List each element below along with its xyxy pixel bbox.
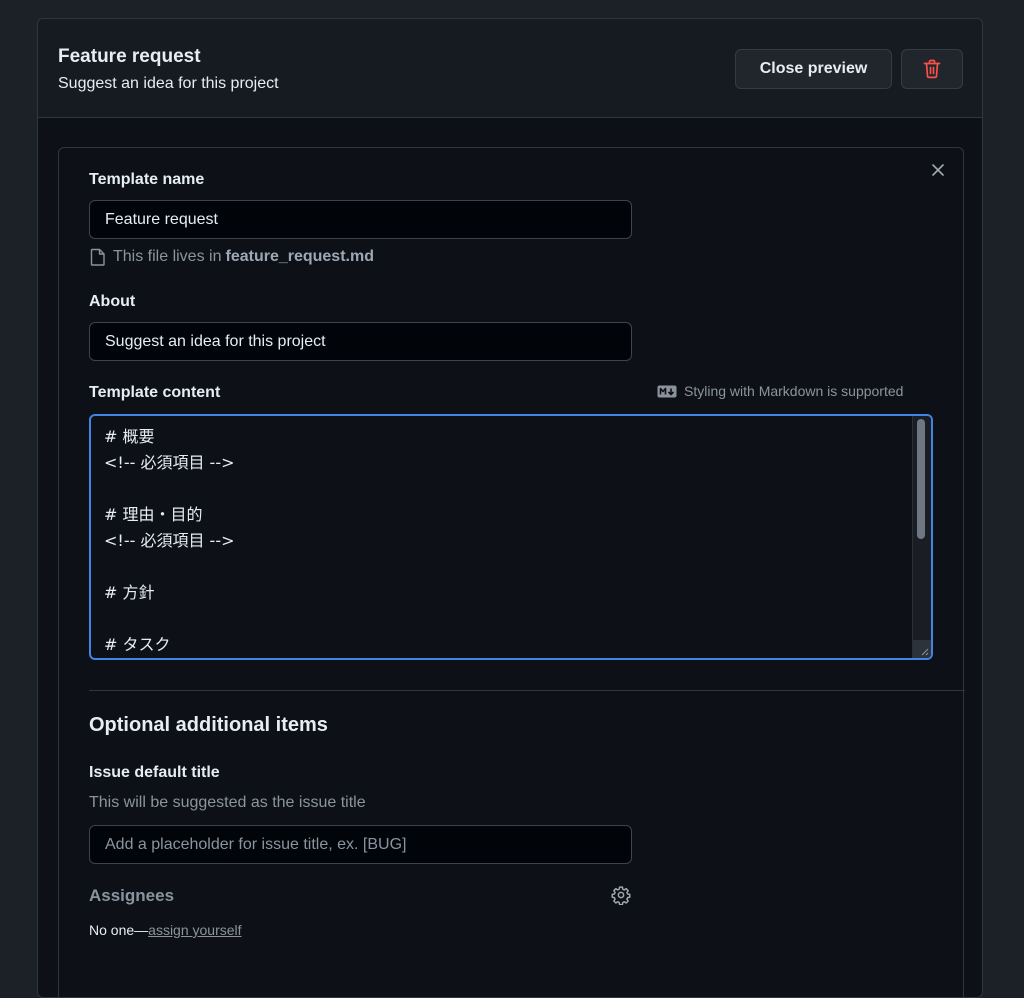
gear-icon: [611, 886, 631, 906]
delete-template-button[interactable]: [901, 49, 963, 89]
close-icon: [932, 164, 944, 176]
template-title: Feature request: [58, 46, 201, 67]
file-note-prefix: This file lives in: [113, 248, 222, 265]
template-name-label: Template name: [89, 171, 205, 188]
resize-grip-icon: [921, 648, 929, 656]
default-title-label: Issue default title: [89, 764, 220, 781]
markdown-hint[interactable]: Styling with Markdown is supported: [657, 383, 903, 399]
markdown-icon: [657, 385, 677, 397]
template-content-textarea[interactable]: # 概要 <!-- 必須項目 --> # 理由・目的 <!-- 必須項目 --> # 方…: [89, 414, 933, 660]
file-icon: [90, 248, 105, 266]
close-form-button[interactable]: [927, 159, 949, 181]
close-preview-button[interactable]: Close preview: [735, 49, 892, 89]
scrollbar-thumb[interactable]: [917, 419, 925, 539]
assignees-none-text: No one—: [89, 922, 149, 938]
template-content-line: [104, 476, 235, 502]
assignees-label: Assignees: [89, 886, 175, 905]
template-form: Template name Feature request This file …: [58, 147, 965, 997]
section-divider: [89, 690, 965, 691]
template-header: Feature request Suggest an idea for this…: [38, 19, 982, 118]
optional-section-title: Optional additional items: [89, 714, 328, 736]
template-editor-card: Feature request Suggest an idea for this…: [37, 18, 983, 998]
about-label: About: [89, 293, 136, 310]
markdown-hint-text: Styling with Markdown is supported: [684, 383, 904, 399]
template-content-line: # 方針: [104, 583, 155, 602]
assignees-settings-button[interactable]: [611, 885, 631, 910]
template-name-input[interactable]: Feature request: [89, 200, 632, 239]
about-input[interactable]: Suggest an idea for this project: [89, 322, 632, 361]
file-location-note: This file lives in feature_request.md: [90, 248, 374, 266]
template-content-line: # タスク: [104, 635, 171, 654]
assign-yourself-link[interactable]: assign yourself: [148, 922, 241, 938]
assignees-value: No one—assign yourself: [89, 922, 242, 938]
template-content-line: [104, 606, 235, 632]
default-title-input[interactable]: Add a placeholder for issue title, ex. […: [89, 825, 632, 864]
resize-handle[interactable]: [913, 640, 931, 658]
template-content-line: [104, 554, 235, 580]
trash-icon: [923, 59, 941, 79]
file-name: feature_request.md: [225, 248, 374, 265]
template-content-line: # 概要: [104, 427, 155, 446]
template-content-line: <!-- 必須項目 -->: [104, 453, 235, 472]
textarea-scrollbar[interactable]: [912, 416, 931, 658]
default-title-help: This will be suggested as the issue titl…: [89, 794, 366, 811]
template-content-line: <!-- 必須項目 -->: [104, 531, 235, 550]
template-content-lines: # 概要 <!-- 必須項目 --> # 理由・目的 <!-- 必須項目 --> # 方…: [104, 424, 235, 658]
template-subtitle: Suggest an idea for this project: [58, 75, 279, 92]
template-content-label: Template content: [89, 384, 221, 401]
template-content-line: # 理由・目的: [104, 505, 203, 524]
